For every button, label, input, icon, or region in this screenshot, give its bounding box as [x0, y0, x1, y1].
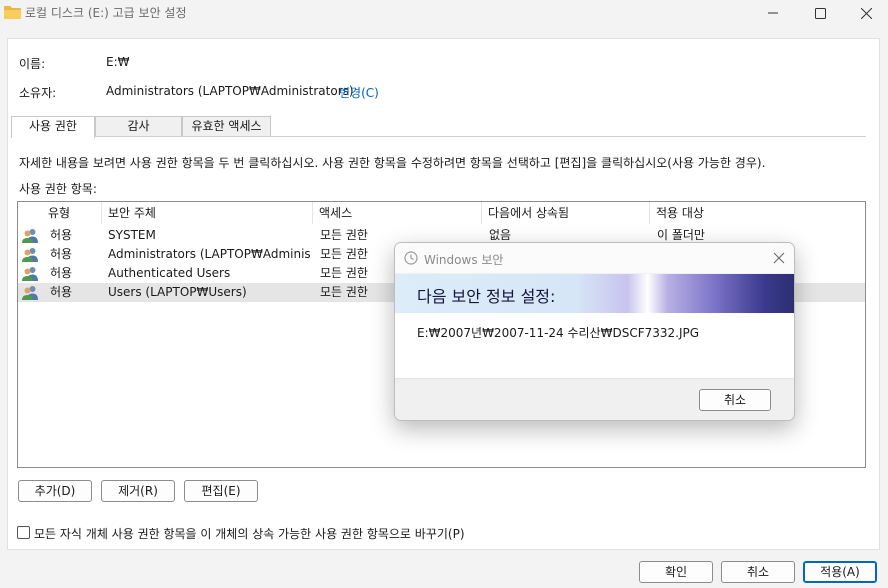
- column-header-access[interactable]: 액세스: [313, 202, 482, 224]
- tab-divider: [11, 136, 866, 137]
- dialog-footer: 취소: [395, 378, 794, 420]
- current-file-path: E:₩2007년₩2007-11-24 수리산₩DSCF7332.JPG: [417, 326, 700, 340]
- users-icon: [22, 229, 38, 243]
- row-principal: Authenticated Users: [108, 266, 231, 280]
- permission-entries-label: 사용 권한 항목:: [19, 182, 97, 196]
- column-header-principal[interactable]: 보안 주체: [102, 202, 313, 224]
- clock-icon: [404, 251, 418, 265]
- name-label: 이름:: [19, 57, 46, 71]
- replace-permissions-checkbox[interactable]: [17, 526, 30, 539]
- close-icon: [860, 7, 872, 19]
- change-owner-link[interactable]: 변경(C): [339, 84, 379, 101]
- dialog-title-bar: Windows 보안: [395, 243, 794, 273]
- row-principal: SYSTEM: [108, 228, 156, 242]
- name-value: E:₩: [106, 55, 130, 69]
- title-bar: 로컬 디스크 (E:) 고급 보안 설정: [0, 0, 888, 28]
- tab-auditing[interactable]: 감사: [95, 116, 182, 137]
- replace-permissions-label[interactable]: 모든 자식 개체 사용 권한 항목을 이 개체의 상속 가능한 사용 권한 항목…: [34, 525, 465, 542]
- dialog-body: E:₩2007년₩2007-11-24 수리산₩DSCF7332.JPG: [395, 313, 794, 378]
- dialog-heading: 다음 보안 정보 설정:: [417, 287, 556, 306]
- row-principal: Users (LAPTOP₩Users): [108, 285, 247, 299]
- list-header: 유형 보안 주체 액세스 다음에서 상속됨 적용 대상: [18, 202, 865, 224]
- column-header-type[interactable]: 유형: [42, 202, 102, 224]
- dialog-banner: 다음 보안 정보 설정:: [395, 274, 794, 313]
- tab-permissions[interactable]: 사용 권한: [11, 116, 95, 138]
- maximize-button[interactable]: [797, 0, 843, 26]
- owner-value: Administrators (LAPTOP₩Administrators): [106, 84, 354, 98]
- row-type: 허용: [50, 285, 73, 299]
- dialog-close-icon[interactable]: [770, 249, 788, 267]
- security-progress-dialog: Windows 보안 다음 보안 정보 설정: E:₩2007년₩2007-11…: [394, 242, 795, 421]
- minimize-icon: [768, 12, 778, 14]
- ok-button[interactable]: 확인: [639, 561, 713, 583]
- instructions-text: 자세한 내용을 보려면 사용 권한 항목을 두 번 클릭하십시오. 사용 권한 …: [19, 156, 766, 170]
- row-principal: Administrators (LAPTOP₩Administr...: [108, 247, 311, 261]
- apply-button[interactable]: 적용(A): [803, 561, 877, 583]
- owner-label: 소유자:: [19, 86, 57, 100]
- remove-button[interactable]: 제거(R): [101, 480, 175, 502]
- row-type: 허용: [50, 266, 73, 280]
- row-type: 허용: [50, 247, 73, 261]
- dialog-cancel-button[interactable]: 취소: [699, 389, 771, 411]
- dialog-title: Windows 보안: [424, 253, 504, 267]
- column-header-applies-to[interactable]: 적용 대상: [650, 202, 865, 224]
- column-header-inherited-from[interactable]: 다음에서 상속됨: [482, 202, 650, 224]
- close-button[interactable]: [843, 0, 888, 26]
- tab-effective-access[interactable]: 유효한 액세스: [182, 116, 271, 137]
- edit-button[interactable]: 편집(E): [184, 480, 258, 502]
- window-title: 로컬 디스크 (E:) 고급 보안 설정: [25, 6, 187, 20]
- folder-icon: [4, 6, 21, 19]
- users-icon: [22, 248, 38, 262]
- maximize-icon: [814, 7, 826, 19]
- row-type: 허용: [50, 228, 73, 242]
- users-icon: [22, 286, 38, 300]
- users-icon: [22, 267, 38, 281]
- minimize-button[interactable]: [750, 0, 796, 26]
- cancel-button[interactable]: 취소: [721, 561, 795, 583]
- add-button[interactable]: 추가(D): [18, 480, 92, 502]
